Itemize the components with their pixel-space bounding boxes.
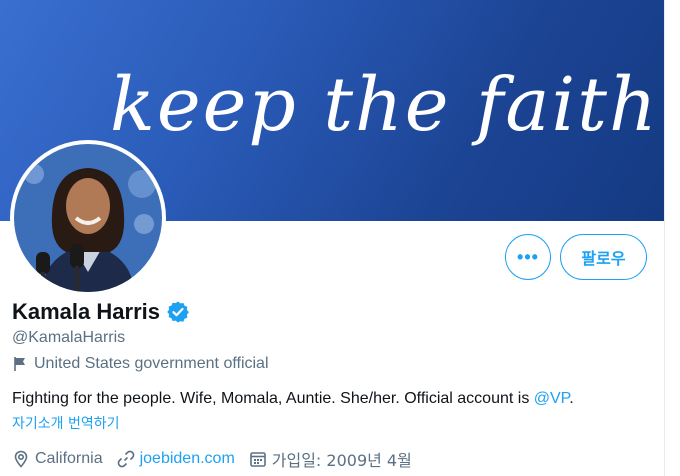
follow-button-label: 팔로우 [581,249,626,268]
bio-text: Fighting for the people. Wife, Momala, A… [12,390,534,407]
follow-button[interactable]: 팔로우 [560,234,647,280]
avatar-photo [14,144,162,292]
verified-badge-icon[interactable] [166,300,190,324]
account-label-text: United States government official [34,355,269,372]
joined-text: 가입일: 2009년 4월 [271,451,412,470]
location-item: California [12,450,103,468]
avatar[interactable] [10,140,166,296]
more-options-button[interactable]: ••• [505,234,551,280]
account-label[interactable]: United States government official [12,355,269,373]
joined-item: 가입일: 2009년 4월 [249,447,412,471]
profile-handle: @KamalaHarris [12,329,126,346]
bio-mention-link[interactable]: @VP [534,390,570,407]
calendar-icon [249,452,266,467]
scrollbar-track[interactable] [664,0,680,476]
more-icon: ••• [517,246,539,267]
website-link[interactable]: joebiden.com [140,450,235,468]
flag-icon [14,357,25,371]
banner-script-text: keep the faith! [110,62,664,148]
profile-bio: Fighting for the people. Wife, Momala, A… [12,390,574,408]
display-name: Kamala Harris [12,299,160,324]
translate-bio-link[interactable]: 자기소개 번역하기 [12,413,120,433]
location-text: California [35,450,103,467]
website-item[interactable]: joebiden.com [117,450,235,468]
link-icon [117,450,134,468]
bio-end: . [569,390,574,407]
location-pin-icon [14,450,28,468]
profile-meta: California joebiden.com 가입일: 2009년 4월 [12,447,426,471]
profile-name-row: Kamala Harris [12,299,190,325]
